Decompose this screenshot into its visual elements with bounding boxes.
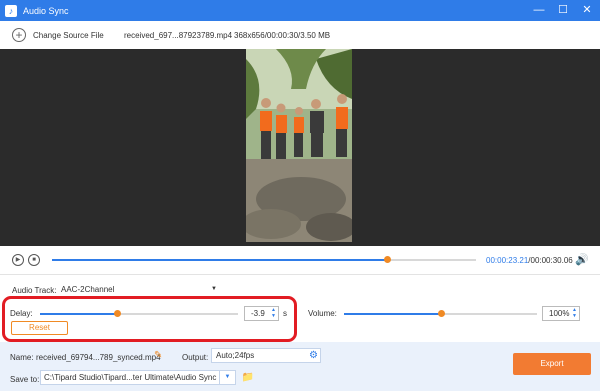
play-icon[interactable]: ▶ [12,254,24,266]
stop-icon[interactable]: ■ [28,254,40,266]
progress-track[interactable] [52,256,476,263]
time-readout: 00:00:23.21/00:00:30.06 [486,256,573,265]
delay-value: -3.9 [251,309,265,318]
output-format-value: Auto;24fps [216,351,255,360]
volume-slider-handle[interactable] [437,310,445,317]
delay-input[interactable]: -3.9 ▲ ▼ [244,306,279,321]
volume-slider-fill [344,313,441,315]
output-bar: Name: received_69794...789_synced.mp4 ✎ … [0,342,600,391]
export-button[interactable]: Export [513,353,591,375]
spinner-icon[interactable]: ▲ ▼ [572,307,577,319]
progress-handle[interactable] [383,256,391,263]
volume-icon[interactable]: 🔊 [575,253,589,267]
delay-unit: s [283,309,287,318]
title-bar: ♪ Audio Sync — ☐ ✕ [0,0,600,21]
audio-track-value: AAC-2Channel [61,285,115,294]
output-format-field[interactable]: Auto;24fps ⚙ [211,348,321,363]
save-to-label: Save to: [10,375,40,384]
divider [0,274,600,275]
save-path-field[interactable]: C:\Tipard Studio\Tipard...ter Ultimate\A… [40,370,236,385]
delay-slider[interactable] [40,310,238,317]
minimize-icon[interactable]: — [532,3,546,17]
current-time: 00:00:23.21 [486,256,529,265]
window-title: Audio Sync [23,5,69,16]
volume-label: Volume: [308,309,337,318]
output-name: received_69794...789_synced.mp4 [36,353,161,362]
audio-track-label: Audio Track: [12,286,57,295]
window-controls: — ☐ ✕ [532,3,594,17]
total-time: /00:00:30.06 [528,256,573,265]
delay-label: Delay: [10,309,33,318]
toolbar: + Change Source File received_697...8792… [0,21,600,49]
gear-icon[interactable]: ⚙ [309,349,318,362]
close-icon[interactable]: ✕ [580,3,594,17]
spinner-icon[interactable]: ▲ ▼ [271,307,276,319]
name-label: Name: [10,353,34,362]
volume-slider[interactable] [344,310,537,317]
add-icon[interactable]: + [12,28,26,42]
progress-fill [52,259,387,261]
folder-icon[interactable]: 📁 [241,371,255,384]
video-preview [0,49,600,246]
edit-icon[interactable]: ✎ [154,350,162,361]
save-path-value: C:\Tipard Studio\Tipard...ter Ultimate\A… [44,373,217,382]
output-label: Output: [182,353,209,362]
file-info: 368x656/00:00:30/3.50 MB [234,31,331,40]
chevron-down-icon: ▼ [211,286,217,292]
volume-input[interactable]: 100% ▲ ▼ [542,306,580,321]
volume-value: 100% [549,309,570,318]
app-icon: ♪ [5,4,17,17]
change-source-button[interactable]: Change Source File [33,31,104,40]
player-controls: ▶ ■ 00:00:23.21/00:00:30.06 🔊 [0,246,600,274]
file-name: received_697...87923789.mp4 [124,31,233,40]
maximize-icon[interactable]: ☐ [556,3,570,17]
audio-track-select[interactable]: AAC-2Channel ▼ [57,283,221,297]
delay-slider-fill [40,313,118,315]
video-frame [246,49,352,242]
chevron-down-icon[interactable]: ▼ [219,371,235,384]
reset-button[interactable]: Reset [11,321,68,335]
